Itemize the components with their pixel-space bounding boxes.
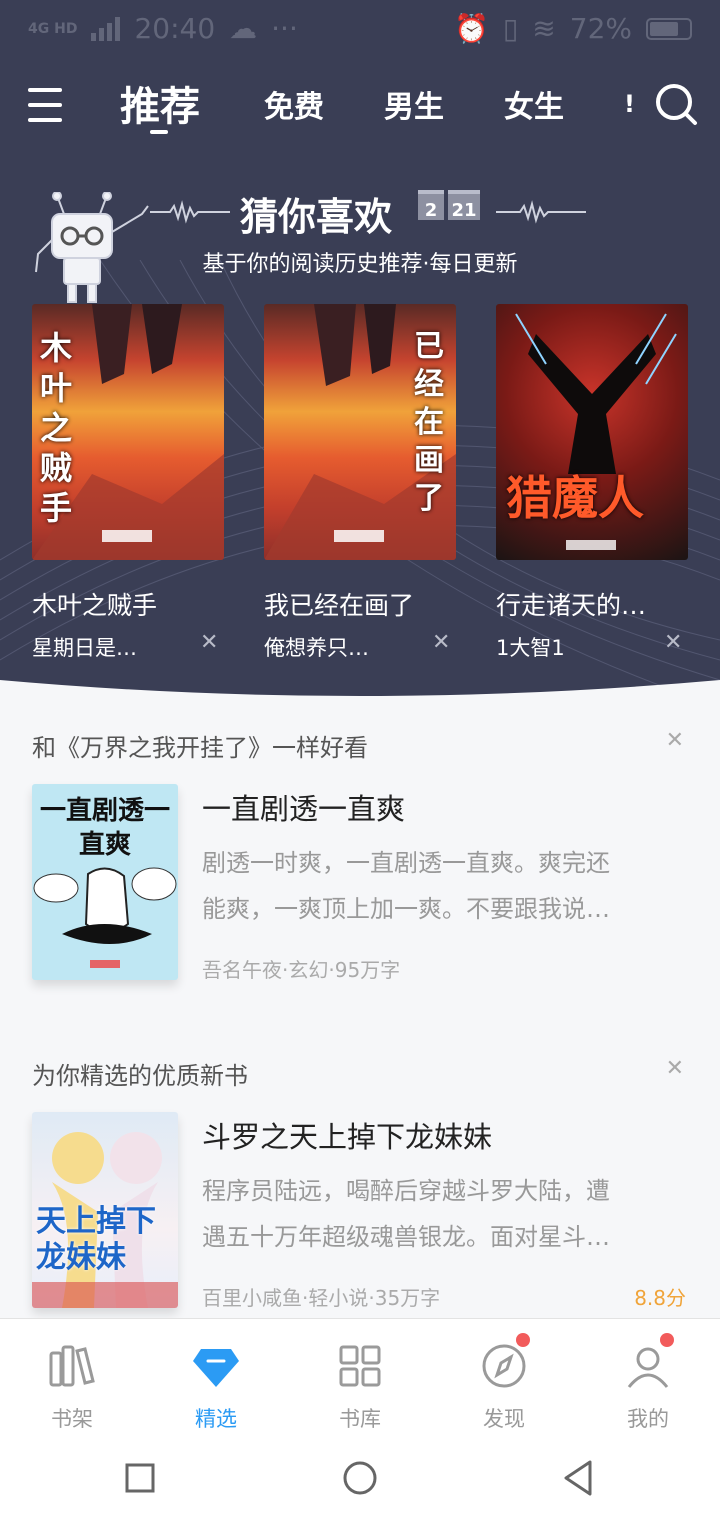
battery-icon — [646, 17, 692, 40]
guess-subtitle: 基于你的阅读历史推荐·每日更新 — [202, 252, 518, 277]
bookshelf-icon — [49, 1345, 95, 1387]
home-icon[interactable] — [342, 1460, 378, 1496]
more-notifications-icon: ··· — [271, 12, 298, 45]
nav-label: 发现 — [483, 1407, 525, 1431]
vibrate-icon: ▯ — [502, 12, 519, 45]
cover-title: 天上掉下龙妹妹 — [36, 1204, 156, 1275]
calendar-badge: 2 21 — [418, 190, 480, 221]
rec-book-author: 俺想养只… — [264, 636, 369, 660]
book-cover[interactable]: 已经在画了 — [264, 304, 456, 560]
book-cover[interactable]: 木叶之贼手 — [32, 304, 224, 560]
cover-title: 猎魔人 — [506, 471, 644, 525]
rec-book-name[interactable]: 行走诸天的… — [496, 586, 716, 622]
signal-icon — [91, 16, 121, 41]
calendar-day: 21 — [448, 190, 480, 221]
nav-discover[interactable]: 发现 — [432, 1319, 576, 1441]
description-line: 遇五十万年超级魂兽银龙。面对星斗… — [202, 1223, 610, 1251]
network-indicator: 4G HD — [28, 20, 78, 37]
book-cover[interactable]: 猎魔人 — [496, 304, 688, 560]
bottom-nav: 书架 精选 书库 发现 我的 — [0, 1318, 720, 1440]
book-title[interactable]: 一直剧透一直爽 — [202, 786, 405, 828]
alarm-icon: ⏰ — [454, 12, 489, 45]
system-nav-bar — [0, 1440, 720, 1520]
nav-library[interactable]: 书库 — [288, 1319, 432, 1441]
rec-book-author: 星期日是… — [32, 636, 137, 660]
dismiss-icon[interactable]: ✕ — [666, 728, 684, 753]
nav-label: 书库 — [339, 1407, 381, 1431]
book-score: 8.8分 — [634, 1286, 686, 1310]
compass-icon — [482, 1344, 526, 1388]
diamond-icon — [193, 1349, 239, 1387]
rec-book-name[interactable]: 木叶之贼手 — [32, 586, 252, 622]
book-description: 程序员陆远，喝醉后穿越斗罗大陆，遭 遇五十万年超级魂兽银龙。面对星斗… — [202, 1168, 692, 1260]
dismiss-icon[interactable]: ✕ — [432, 630, 450, 655]
status-time: 20:40 — [134, 12, 216, 45]
nav-label: 我的 — [627, 1407, 669, 1431]
nav-bookshelf[interactable]: 书架 — [0, 1319, 144, 1441]
nav-featured[interactable]: 精选 — [144, 1319, 288, 1441]
book-meta: 百里小咸鱼·轻小说·35万字 — [202, 1286, 441, 1310]
nav-mine[interactable]: 我的 — [576, 1319, 720, 1441]
description-line: 能爽，一爽顶上加一爽。不要跟我说… — [202, 895, 610, 923]
search-icon[interactable] — [654, 82, 698, 126]
dismiss-icon[interactable]: ✕ — [666, 1056, 684, 1081]
menu-icon[interactable] — [28, 88, 62, 122]
dismiss-icon[interactable]: ✕ — [200, 630, 218, 655]
book-cover[interactable]: 天上掉下龙妹妹 — [32, 1112, 178, 1308]
section-heading: 和《万界之我开挂了》一样好看 — [32, 734, 368, 762]
grid-icon — [339, 1345, 381, 1387]
tab-overflow-indicator[interactable]: ! — [624, 90, 635, 118]
calendar-month: 2 — [418, 190, 444, 221]
dismiss-icon[interactable]: ✕ — [664, 630, 682, 655]
similar-books-section: 和《万界之我开挂了》一样好看 ✕ 一直剧透一直爽 一直剧透一直爽 剧透一时爽，一… — [0, 700, 720, 1020]
rec-book-name[interactable]: 我已经在画了 — [264, 586, 484, 622]
cloud-icon: ☁ — [229, 12, 258, 45]
nav-label: 精选 — [195, 1407, 237, 1431]
notification-badge — [660, 1333, 674, 1347]
notification-badge — [516, 1333, 530, 1347]
rec-book-card[interactable]: 已经在画了 我已经在画了 俺想养只… ✕ — [264, 304, 456, 660]
battery-percent: 72% — [569, 12, 632, 45]
book-description: 剧透一时爽，一直剧透一直爽。爽完还 能爽，一爽顶上加一爽。不要跟我说… — [202, 840, 692, 932]
active-tab-indicator — [150, 130, 168, 134]
cover-title: 一直剧透一直爽 — [40, 796, 171, 860]
tab-recommend[interactable]: 推荐 — [120, 74, 200, 132]
description-line: 程序员陆远，喝醉后穿越斗罗大陆，遭 — [202, 1177, 610, 1205]
nav-label: 书架 — [51, 1407, 93, 1431]
sound-wave-left — [150, 200, 230, 224]
top-nav: 推荐 免费 男生 女生 ! — [0, 72, 720, 142]
rec-book-card[interactable]: 木叶之贼手 木叶之贼手 星期日是… ✕ — [32, 304, 224, 660]
hero-curve — [0, 680, 720, 700]
recent-apps-icon[interactable] — [124, 1462, 156, 1494]
guess-title: 猜你喜欢 — [240, 194, 393, 239]
cover-title: 木叶之贼手 — [40, 329, 73, 527]
rec-book-card[interactable]: 猎魔人 行走诸天的… 1大智1 ✕ — [496, 304, 688, 660]
sound-wave-right — [496, 200, 586, 224]
new-books-section: 为你精选的优质新书 ✕ 天上掉下龙妹妹 斗罗之天上掉下龙妹妹 程序员陆远，喝醉后… — [0, 1028, 720, 1318]
book-meta: 吾名午夜·玄幻·95万字 — [202, 958, 401, 982]
status-bar: 4G HD 20:40 ☁ ··· ⏰ ▯ ≋ 72% — [0, 0, 720, 58]
tab-male[interactable]: 男生 — [384, 82, 444, 126]
section-heading: 为你精选的优质新书 — [32, 1062, 248, 1090]
book-title[interactable]: 斗罗之天上掉下龙妹妹 — [202, 1114, 492, 1156]
rec-book-author: 1大智1 — [496, 636, 565, 660]
recommend-hero: 4G HD 20:40 ☁ ··· ⏰ ▯ ≋ 72% 推荐 免费 男生 女生 … — [0, 0, 720, 700]
user-icon — [627, 1347, 669, 1388]
cover-title: 已经在画了 — [414, 329, 444, 516]
back-icon[interactable] — [560, 1458, 596, 1498]
tab-female[interactable]: 女生 — [504, 82, 564, 126]
book-cover[interactable]: 一直剧透一直爽 — [32, 784, 178, 980]
tab-free[interactable]: 免费 — [264, 82, 324, 126]
wifi-icon: ≋ — [532, 12, 556, 45]
description-line: 剧透一时爽，一直剧透一直爽。爽完还 — [202, 849, 610, 877]
